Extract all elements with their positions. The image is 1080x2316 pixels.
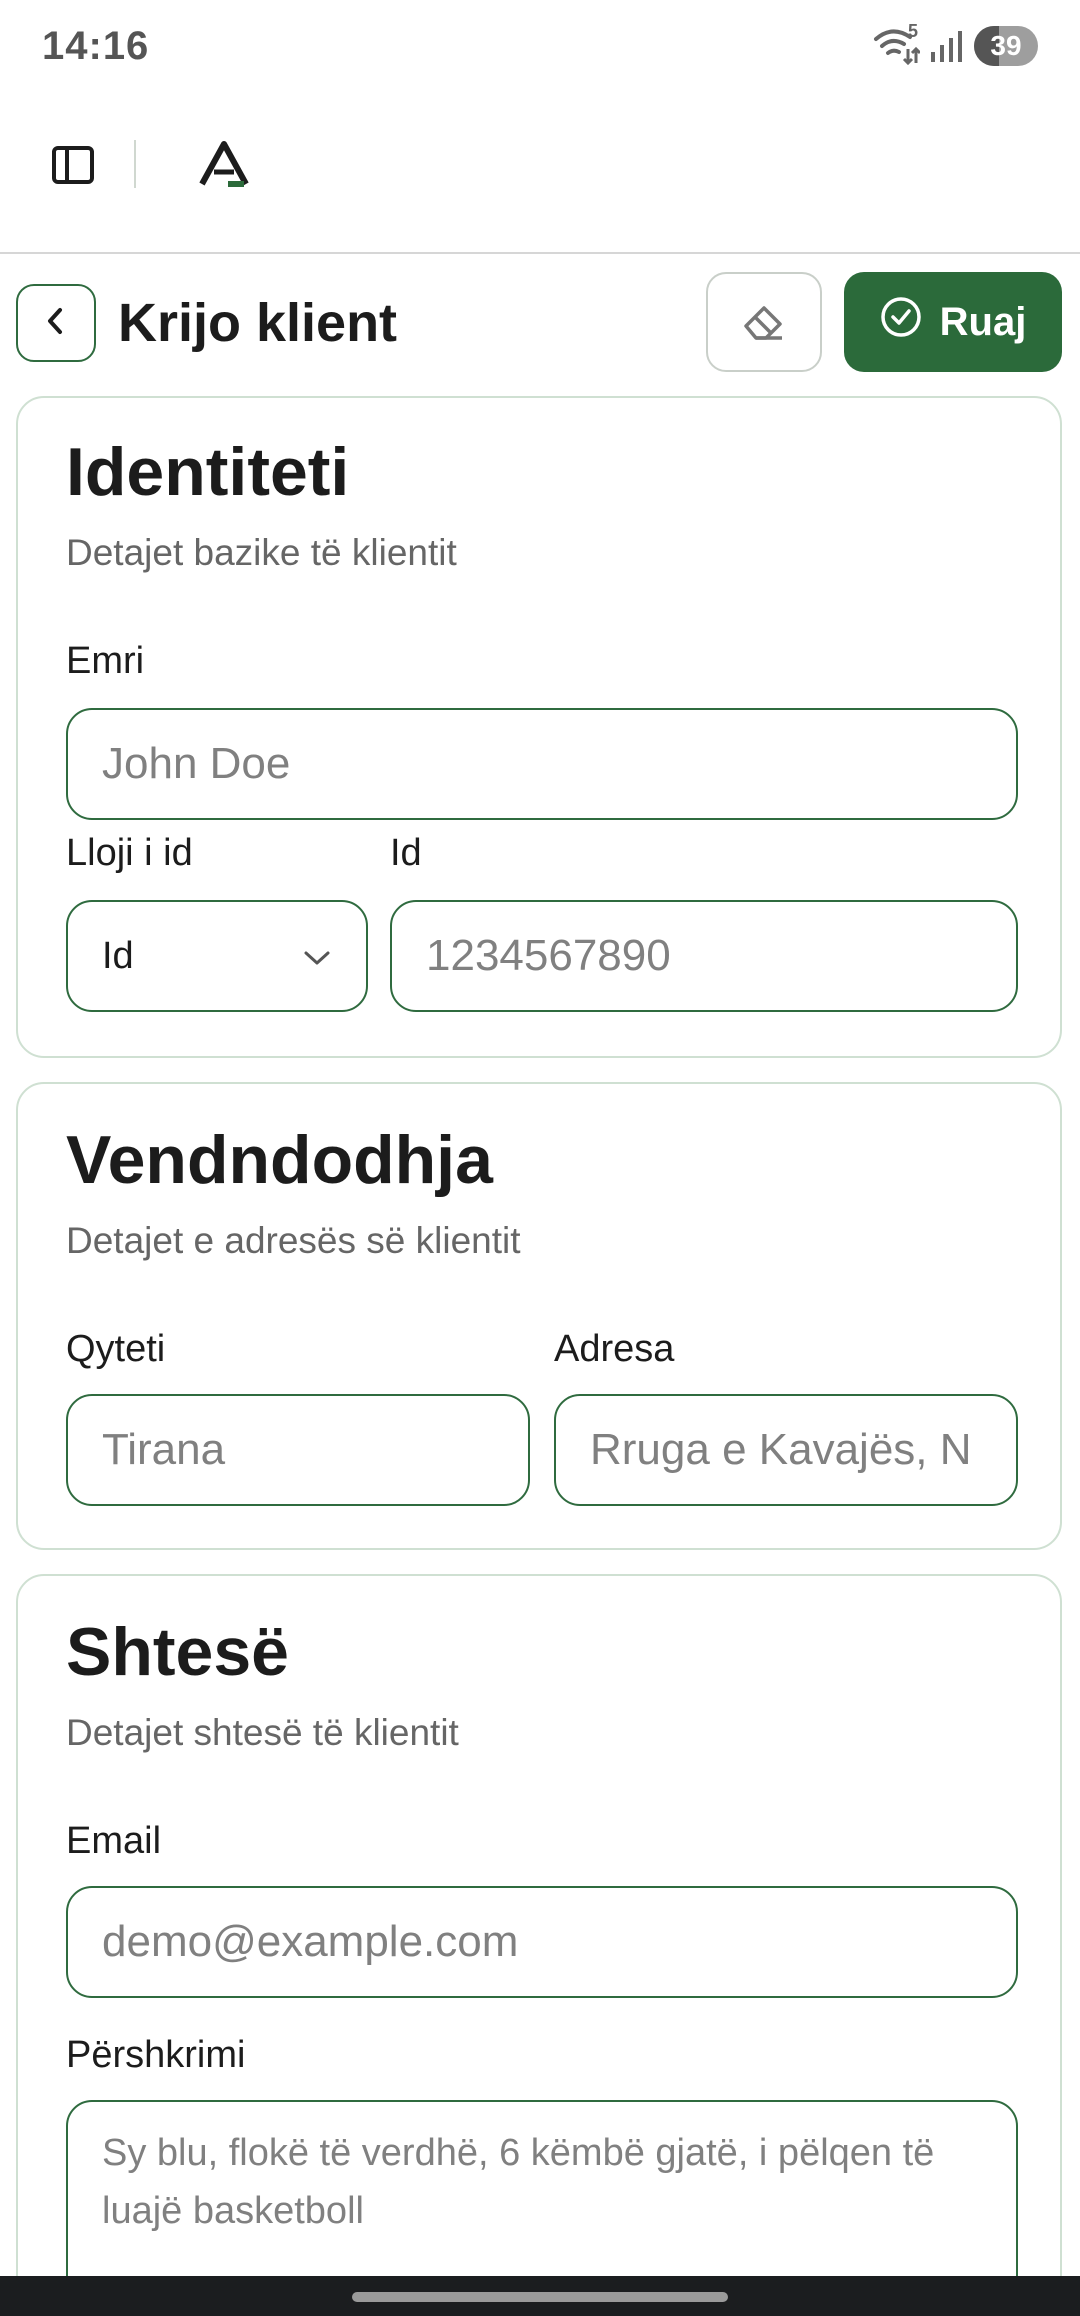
- name-input[interactable]: [66, 708, 1018, 820]
- battery-level: 39: [990, 30, 1022, 61]
- extra-card: Shtesë Detajet shtesë të klientit Email …: [16, 1574, 1062, 2316]
- wifi-icon: 5: [872, 21, 920, 65]
- check-circle-icon: [880, 296, 922, 348]
- system-nav-bar: [0, 2276, 1080, 2316]
- id-type-value: Id: [102, 934, 134, 977]
- back-button[interactable]: [16, 284, 96, 362]
- extra-title: Shtesë: [66, 1614, 289, 1690]
- id-label: Id: [390, 832, 422, 874]
- app-bar-divider: [134, 140, 136, 188]
- signal-icon: [930, 30, 964, 62]
- chevron-down-icon: [302, 935, 332, 978]
- battery-indicator: 39: [974, 26, 1038, 66]
- address-input[interactable]: [554, 1394, 1018, 1506]
- city-label: Qyteti: [66, 1328, 166, 1370]
- sidebar-toggle-icon[interactable]: [50, 142, 96, 188]
- id-type-select[interactable]: Id: [66, 900, 368, 1012]
- status-time: 14:16: [42, 24, 150, 68]
- id-input[interactable]: [390, 900, 1018, 1012]
- clear-form-button[interactable]: [706, 272, 822, 372]
- location-card: Vendndodhja Detajet e adresës së klienti…: [16, 1082, 1062, 1550]
- app-logo-icon[interactable]: [198, 140, 250, 190]
- save-label: Ruaj: [939, 299, 1027, 344]
- city-input[interactable]: [66, 1394, 530, 1506]
- email-label: Email: [66, 1820, 162, 1862]
- save-button[interactable]: Ruaj: [844, 272, 1062, 372]
- chevron-left-icon: [41, 306, 71, 341]
- address-label: Adresa: [554, 1328, 675, 1370]
- identity-subtitle: Detajet bazike të klientit: [66, 532, 457, 573]
- wifi-badge: 5: [907, 21, 918, 41]
- location-title: Vendndodhja: [66, 1122, 493, 1198]
- identity-card: Identiteti Detajet bazike të klientit Em…: [16, 396, 1062, 1058]
- app-bar: [0, 100, 1080, 254]
- eraser-icon: [742, 300, 786, 345]
- email-input[interactable]: [66, 1886, 1018, 1998]
- name-label: Emri: [66, 640, 145, 682]
- gesture-handle[interactable]: [352, 2292, 728, 2302]
- extra-subtitle: Detajet shtesë të klientit: [66, 1712, 459, 1753]
- page-title: Krijo klient: [118, 293, 398, 353]
- description-label: Përshkrimi: [66, 2034, 246, 2076]
- id-type-label: Lloji i id: [66, 832, 193, 874]
- status-bar: 14:16 5 39: [0, 0, 1080, 100]
- page-header: Krijo klient Ruaj: [0, 256, 1080, 386]
- location-subtitle: Detajet e adresës së klientit: [66, 1220, 521, 1261]
- identity-title: Identiteti: [66, 434, 350, 510]
- status-icons: 5 39: [872, 21, 1038, 66]
